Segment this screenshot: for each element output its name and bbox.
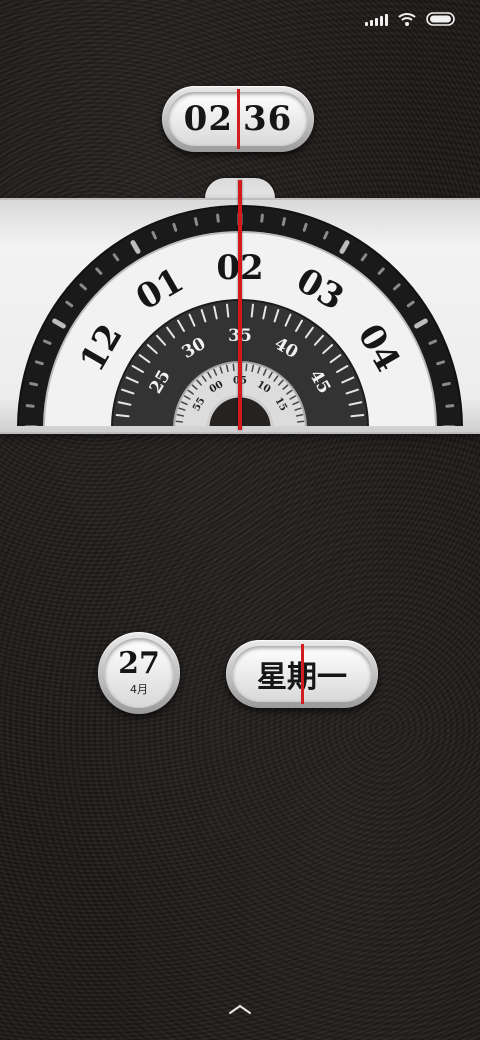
date-display: 27 4月 (98, 632, 180, 714)
bezel-tick (445, 404, 455, 408)
dial-pointer (238, 180, 242, 430)
time-display: 02 36 (162, 86, 314, 152)
signal-icon (365, 12, 388, 26)
hour-text: 02 (183, 99, 233, 139)
minute-tick (115, 414, 130, 418)
minute-tick (350, 414, 365, 418)
weekday-display: 星期一 (226, 640, 378, 708)
second-tick (245, 363, 248, 372)
second-tick (296, 420, 305, 423)
weekday-pointer (301, 644, 304, 704)
bezel-tick (436, 360, 446, 366)
status-bar (365, 12, 456, 26)
bezel-tick (29, 382, 39, 387)
bezel-tick (194, 217, 199, 227)
date-day: 27 (118, 646, 160, 681)
bezel-tick (216, 213, 220, 223)
second-tick (175, 420, 184, 423)
minute-text: 36 (243, 99, 293, 139)
second-tick (232, 363, 235, 372)
date-month: 4月 (130, 683, 148, 696)
bezel-tick (260, 213, 264, 223)
bezel-tick (25, 404, 35, 408)
bezel-tick (441, 382, 451, 387)
bezel-tick (302, 222, 308, 232)
time-pointer (237, 89, 240, 149)
battery-icon (426, 12, 456, 26)
wifi-icon (398, 12, 416, 26)
minute-tick (250, 303, 254, 318)
minute-tick (226, 303, 230, 318)
bezel-tick (281, 217, 286, 227)
bezel-tick (172, 222, 178, 232)
lock-screen: 02 36 1201020304 2530354045 (0, 0, 480, 1040)
bezel-tick (34, 360, 44, 366)
chevron-up-icon[interactable] (228, 1000, 252, 1019)
